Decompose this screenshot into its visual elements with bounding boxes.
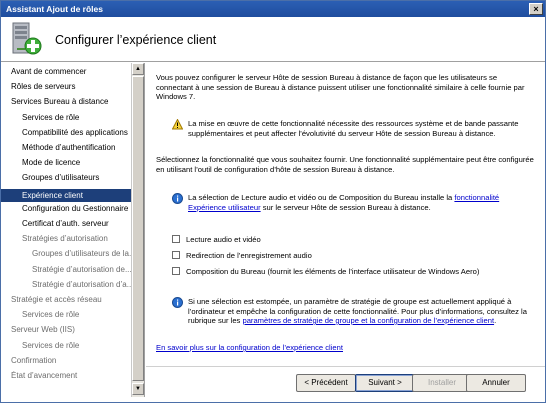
checkbox-desktop-composition[interactable] [172, 267, 180, 275]
close-button[interactable]: × [529, 3, 543, 15]
scroll-down-icon[interactable]: ▼ [132, 383, 144, 395]
wizard-steps-sidebar: Avant de commencer Rôles de serveurs Servi… [1, 63, 145, 397]
sidebar-scrollbar[interactable]: ▲ ▼ [131, 63, 144, 397]
learn-more-link[interactable]: En savoir plus sur la configuration de l… [156, 343, 343, 353]
sidebar-item-15[interactable]: Stratégie et accès réseau [11, 295, 141, 308]
checkbox-audio-recording[interactable] [172, 251, 180, 259]
sidebar-item-8[interactable]: Expérience client [1, 188, 131, 202]
wizard-footer: < Précédent Suivant > Installer Annuler [146, 366, 545, 396]
warning-text: La mise en œuvre de cette fonctionnalité… [188, 119, 519, 138]
checkbox-label-audio-video[interactable]: Lecture audio et vidéo [186, 235, 261, 245]
sidebar-item-0[interactable]: Avant de commencer [11, 67, 141, 80]
checkbox-label-audio-recording[interactable]: Redirection de l’enregistrement audio [186, 251, 312, 261]
window-title: Assistant Ajout de rôles [6, 4, 103, 14]
main-content: Vous pouvez configurer le serveur Hôte d… [146, 63, 545, 366]
sidebar-item-2[interactable]: Services Bureau à distance [11, 97, 141, 110]
group-policy-link[interactable]: paramètres de stratégie de groupe et la … [242, 316, 494, 325]
sidebar-item-17[interactable]: Serveur Web (IIS) [11, 325, 141, 338]
info-text-group-policy: Si une sélection est estompée, un paramè… [188, 297, 527, 325]
install-button[interactable]: Installer [412, 374, 472, 392]
intro-text: Vous pouvez configurer le serveur Hôte d… [156, 73, 525, 101]
info-icon [172, 193, 183, 204]
scroll-up-icon[interactable]: ▲ [132, 63, 144, 75]
info-icon [172, 297, 183, 308]
wizard-window: Assistant Ajout de rôles × Configurer l’… [0, 0, 546, 403]
cancel-button[interactable]: Annuler [466, 374, 526, 392]
sidebar-item-19[interactable]: Confirmation [11, 356, 141, 369]
sidebar-item-1[interactable]: Rôles de serveurs [11, 82, 141, 95]
checkbox-audio-video[interactable] [172, 235, 180, 243]
page-title: Configurer l’expérience client [55, 33, 217, 47]
select-text: Sélectionnez la fonctionnalité que vous … [156, 155, 534, 174]
warning-icon [172, 119, 183, 130]
server-role-add-icon [12, 22, 42, 55]
scroll-thumb[interactable] [132, 76, 144, 381]
previous-button[interactable]: < Précédent [296, 374, 356, 392]
info-text-features: La sélection de Lecture audio et vidéo o… [188, 193, 500, 212]
title-bar[interactable]: Assistant Ajout de rôles × [1, 1, 545, 17]
checkbox-label-desktop-composition[interactable]: Composition du Bureau (fournit les éléme… [186, 267, 536, 277]
next-button[interactable]: Suivant > [355, 374, 415, 392]
wizard-header: Configurer l’expérience client [1, 17, 545, 62]
sidebar-item-20[interactable]: État d’avancement [11, 371, 141, 384]
